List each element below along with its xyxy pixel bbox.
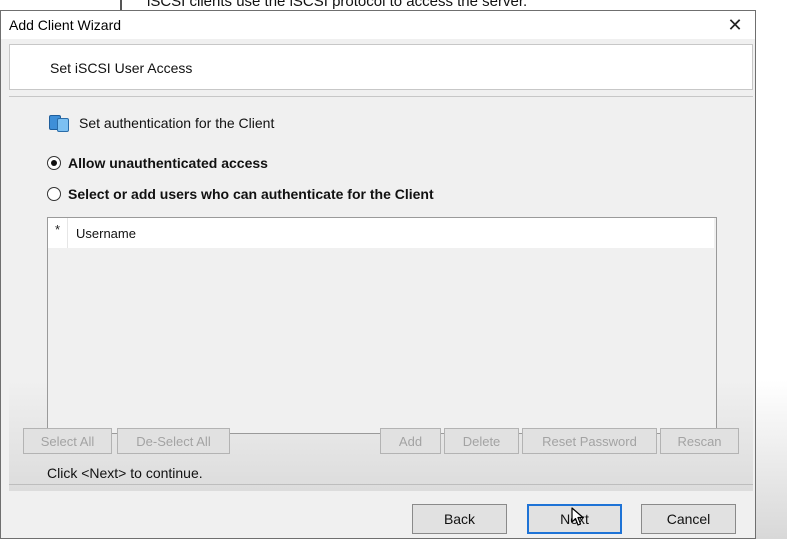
- radio-label: Allow unauthenticated access: [68, 155, 268, 171]
- select-all-button[interactable]: Select All: [23, 428, 112, 454]
- mouse-cursor-icon: [571, 507, 584, 526]
- step-title: Set iSCSI User Access: [50, 60, 193, 76]
- radio-selected-icon[interactable]: [47, 156, 61, 170]
- add-button[interactable]: Add: [380, 428, 441, 454]
- dialog-titlebar[interactable]: Add Client Wizard ✕: [1, 11, 755, 39]
- close-button[interactable]: ✕: [715, 11, 755, 39]
- select-column-marker[interactable]: *: [48, 218, 68, 248]
- radio-allow-unauthenticated[interactable]: Allow unauthenticated access: [47, 155, 268, 171]
- section-heading-label: Set authentication for the Client: [79, 115, 275, 131]
- table-header: * Username: [48, 218, 714, 248]
- section-heading: Set authentication for the Client: [49, 113, 274, 133]
- wizard-header-panel: Set iSCSI User Access: [9, 44, 753, 90]
- users-icon: [49, 113, 71, 133]
- footer-divider: [9, 484, 753, 485]
- rescan-button[interactable]: Rescan: [660, 428, 739, 454]
- instruction-text: Click <Next> to continue.: [47, 465, 203, 481]
- deselect-all-button[interactable]: De-Select All: [117, 428, 230, 454]
- background-right-area: [756, 10, 787, 539]
- dialog-title: Add Client Wizard: [9, 17, 122, 33]
- radio-select-users[interactable]: Select or add users who can authenticate…: [47, 186, 434, 202]
- back-button[interactable]: Back: [412, 504, 507, 534]
- radio-unselected-icon[interactable]: [47, 187, 61, 201]
- username-column-header[interactable]: Username: [68, 226, 136, 241]
- cancel-button[interactable]: Cancel: [641, 504, 736, 534]
- close-icon: ✕: [727, 14, 743, 35]
- add-client-wizard-dialog: Add Client Wizard ✕ Set iSCSI User Acces…: [0, 10, 756, 539]
- radio-label: Select or add users who can authenticate…: [68, 186, 434, 202]
- delete-button[interactable]: Delete: [444, 428, 519, 454]
- background-description-text: iSCSI clients use the iSCSI protocol to …: [147, 0, 528, 10]
- users-table[interactable]: * Username: [47, 217, 717, 434]
- reset-password-button[interactable]: Reset Password: [522, 428, 657, 454]
